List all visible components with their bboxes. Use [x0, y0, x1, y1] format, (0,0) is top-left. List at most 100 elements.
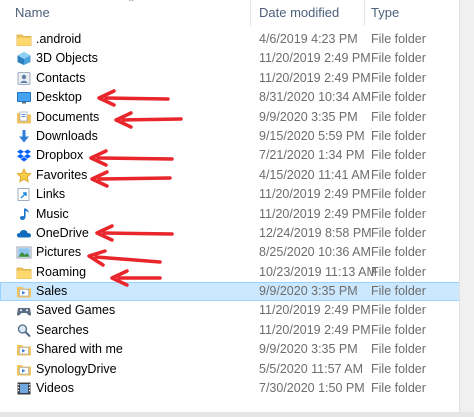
onedrive-cloud-icon — [16, 226, 32, 241]
file-type: File folder — [371, 128, 426, 143]
file-type: File folder — [371, 206, 426, 221]
file-name: SynologyDrive — [36, 361, 117, 376]
file-type: File folder — [371, 109, 426, 124]
file-date: 11/20/2019 2:49 PM — [259, 51, 371, 66]
file-row-pictures[interactable]: Pictures 8/25/2020 10:36 AM File folder — [0, 243, 474, 262]
file-name: Searches — [36, 322, 89, 337]
contacts-icon — [16, 71, 32, 86]
column-divider[interactable] — [250, 0, 251, 26]
file-row-saved-games[interactable]: Saved Games 11/20/2019 2:49 PM File fold… — [0, 301, 474, 320]
file-date: 7/21/2020 1:34 PM — [259, 148, 365, 163]
vertical-scrollbar[interactable] — [459, 0, 474, 417]
file-date: 11/20/2019 2:49 PM — [259, 206, 371, 221]
searches-icon — [16, 323, 32, 338]
file-date: 10/23/2019 11:13 AM — [259, 264, 377, 279]
file-date: 9/15/2020 5:59 PM — [259, 128, 365, 143]
file-name: Saved Games — [36, 303, 116, 318]
file-row-synologydrive[interactable]: SynologyDrive 5/5/2020 11:57 AM File fol… — [0, 360, 474, 379]
file-date: 4/15/2020 11:41 AM — [259, 167, 370, 182]
favorites-star-icon — [16, 167, 32, 183]
sort-ascending-icon: ⌃ — [127, 0, 136, 9]
file-row-onedrive[interactable]: OneDrive 12/24/2019 8:58 PM File folder — [0, 224, 474, 243]
file-type: File folder — [371, 225, 426, 240]
file-type: File folder — [371, 381, 426, 396]
file-date: 5/5/2020 11:57 AM — [259, 361, 364, 376]
file-row-android[interactable]: .android 4/6/2019 4:23 PM File folder — [0, 30, 474, 49]
file-date: 11/20/2019 2:49 PM — [259, 70, 371, 85]
file-row-searches[interactable]: Searches 11/20/2019 2:49 PM File folder — [0, 321, 474, 340]
file-name: Pictures — [36, 245, 82, 260]
file-name: 3D Objects — [36, 51, 98, 66]
folder-icon — [16, 32, 32, 47]
file-type: File folder — [371, 187, 426, 202]
file-row-music[interactable]: Music 11/20/2019 2:49 PM File folder — [0, 205, 474, 224]
links-icon — [16, 187, 32, 202]
3d-objects-icon — [16, 51, 32, 66]
file-date: 11/20/2019 2:49 PM — [259, 187, 371, 202]
file-explorer-window: Name ⌃ Date modified Type .android 4/6/2… — [0, 0, 474, 417]
desktop-icon — [16, 90, 32, 105]
file-name: Roaming — [36, 264, 87, 279]
file-name: Links — [36, 187, 66, 202]
type-column-header[interactable]: Type — [371, 5, 399, 20]
file-date: 4/6/2019 4:23 PM — [259, 32, 358, 46]
file-name: Contacts — [36, 70, 86, 85]
horizontal-scrollbar[interactable] — [0, 412, 474, 417]
file-name: Downloads — [36, 128, 98, 143]
file-name: Favorites — [36, 167, 88, 182]
file-date: 11/20/2019 2:49 PM — [259, 322, 371, 337]
dropbox-icon — [16, 148, 32, 163]
file-row-favorites[interactable]: Favorites 4/15/2020 11:41 AM File folder — [0, 166, 474, 185]
file-row-documents[interactable]: Documents 9/9/2020 3:35 PM File folder — [0, 108, 474, 127]
file-type: File folder — [371, 90, 426, 105]
file-row-videos[interactable]: Videos 7/30/2020 1:50 PM File folder — [0, 379, 474, 398]
file-name: Videos — [36, 381, 74, 396]
downloads-icon — [16, 129, 32, 144]
file-type: File folder — [371, 361, 426, 376]
file-type: File folder — [371, 70, 426, 85]
file-name: .android — [36, 32, 82, 46]
pictures-icon — [16, 245, 32, 260]
saved-games-icon — [16, 303, 32, 318]
file-name: Shared with me — [36, 342, 123, 357]
file-row-shared-with-me[interactable]: Shared with me 9/9/2020 3:35 PM File fol… — [0, 340, 474, 359]
file-type: File folder — [371, 32, 426, 46]
file-type: File folder — [371, 303, 426, 318]
shared-folder-icon — [16, 362, 32, 377]
file-type: File folder — [371, 342, 426, 357]
name-column-header[interactable]: Name — [15, 5, 50, 20]
folder-icon — [16, 265, 32, 280]
file-date: 9/9/2020 3:35 PM — [259, 109, 358, 124]
file-list: .android 4/6/2019 4:23 PM File folder 3D… — [0, 30, 474, 398]
file-type: File folder — [371, 148, 426, 163]
file-date: 7/30/2020 1:50 PM — [259, 381, 365, 396]
file-date: 9/9/2020 3:35 PM — [259, 342, 358, 357]
file-date: 8/25/2020 10:36 AM — [259, 245, 371, 260]
file-row-3d-objects[interactable]: 3D Objects 11/20/2019 2:49 PM File folde… — [0, 49, 474, 68]
file-type: File folder — [371, 51, 426, 66]
shared-folder-icon — [16, 342, 32, 357]
file-date: 8/31/2020 10:34 AM — [259, 90, 371, 105]
videos-icon — [16, 381, 32, 396]
file-row-sales-selected[interactable]: Sales 9/9/2020 3:35 PM File folder — [0, 282, 474, 302]
file-type: File folder — [371, 322, 426, 337]
file-row-links[interactable]: Links 11/20/2019 2:49 PM File folder — [0, 185, 474, 204]
file-row-downloads[interactable]: Downloads 9/15/2020 5:59 PM File folder — [0, 127, 474, 146]
column-header-bar: Name ⌃ Date modified Type — [0, 0, 474, 26]
file-date: 9/9/2020 3:35 PM — [259, 284, 358, 299]
file-date: 11/20/2019 2:49 PM — [259, 303, 371, 318]
file-row-roaming[interactable]: Roaming 10/23/2019 11:13 AM File folder — [0, 263, 474, 282]
file-name: Documents — [36, 109, 100, 124]
file-name: Music — [36, 206, 69, 221]
file-row-contacts[interactable]: Contacts 11/20/2019 2:49 PM File folder — [0, 69, 474, 88]
file-row-desktop[interactable]: Desktop 8/31/2020 10:34 AM File folder — [0, 88, 474, 107]
file-row-dropbox[interactable]: Dropbox 7/21/2020 1:34 PM File folder — [0, 146, 474, 165]
documents-icon — [16, 110, 32, 125]
file-name: OneDrive — [36, 225, 89, 240]
column-divider[interactable] — [364, 0, 365, 26]
date-modified-column-header[interactable]: Date modified — [259, 5, 339, 20]
music-icon — [16, 207, 32, 222]
file-type: File folder — [371, 245, 426, 260]
file-name: Dropbox — [36, 148, 84, 163]
file-type: File folder — [371, 284, 426, 299]
